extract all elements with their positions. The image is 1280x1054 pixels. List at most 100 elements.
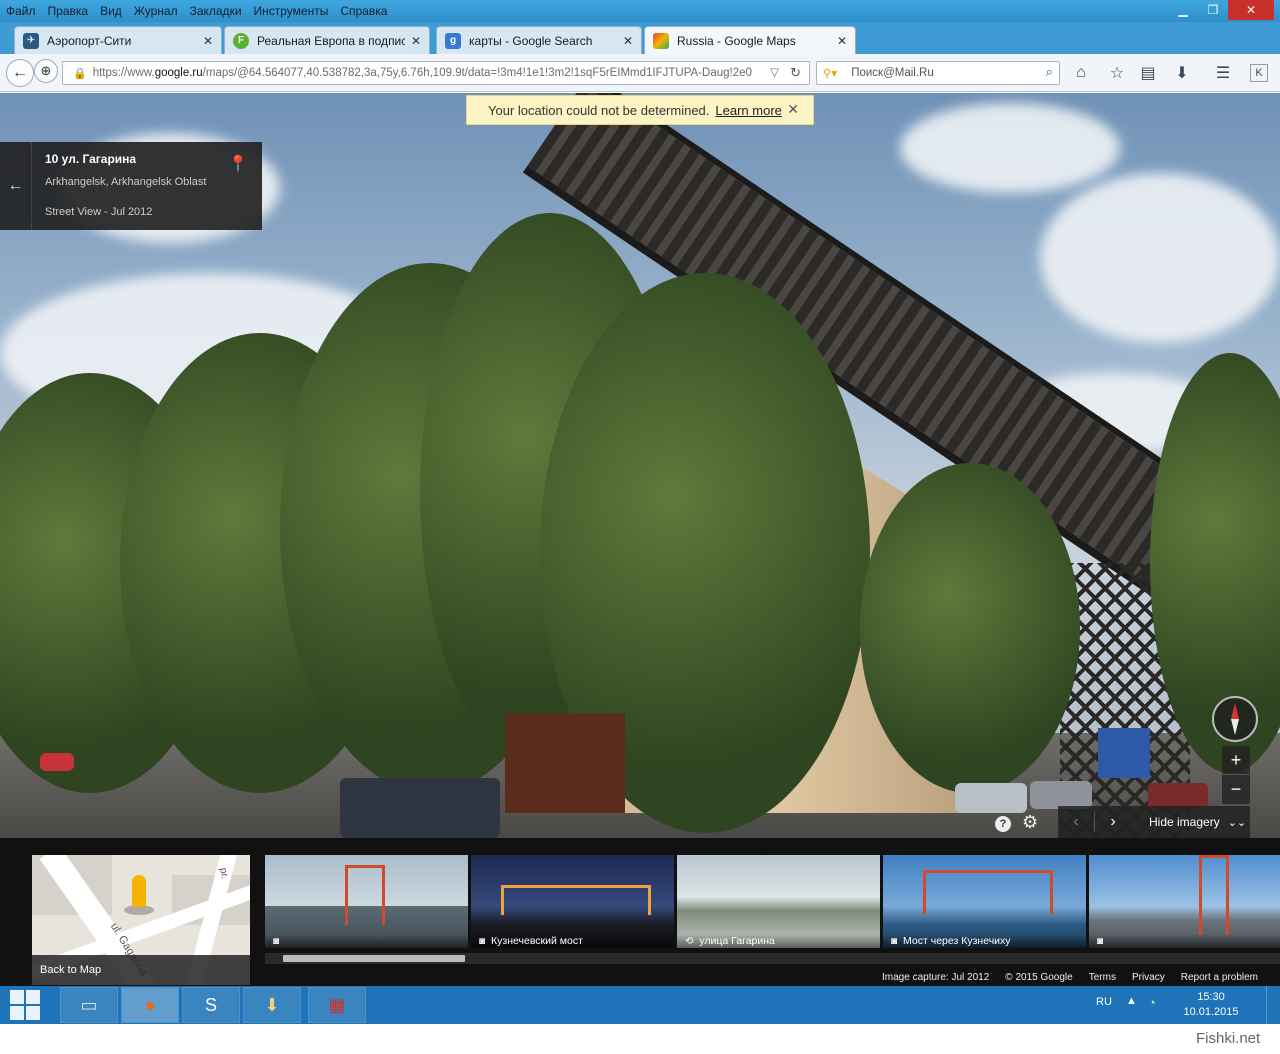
imagery-filmstrip: ul. Gagarina pr. Back to Map ◙ ◙ Кузнечев… [0, 838, 1280, 986]
back-arrow-icon[interactable]: ← [6, 59, 34, 87]
file-explorer-icon[interactable]: ▭ [60, 987, 118, 1023]
shop-front [505, 713, 625, 813]
chevron-double-down-icon[interactable]: ⌄⌄ [1228, 816, 1246, 829]
camera-icon: ◙ [479, 935, 486, 947]
hide-imagery-button[interactable]: Hide imagery [1149, 815, 1220, 829]
menu-history[interactable]: Журнал [128, 0, 184, 22]
thumbnail-caption: ◙ Кузнечевский мост [471, 934, 674, 948]
download-icon[interactable]: ⬇ [1171, 62, 1193, 84]
thumbnail-2[interactable]: ◙ Кузнечевский мост [471, 855, 674, 948]
reload-icon[interactable]: ↻ [790, 65, 801, 81]
thumbnail-caption: ◙ Мост через Кузнечиху [883, 934, 1086, 948]
tab-close-icon[interactable]: ✕ [837, 34, 847, 48]
screen: Файл Правка Вид Журнал Закладки Инструме… [0, 0, 1280, 1054]
menu-edit[interactable]: Правка [42, 0, 95, 22]
copyright: © 2015 Google [1005, 972, 1073, 983]
back-to-map-button[interactable]: Back to Map [32, 955, 250, 985]
terms-link[interactable]: Terms [1089, 972, 1116, 986]
menu-tools[interactable]: Инструменты [248, 0, 335, 22]
car [955, 783, 1027, 813]
tab-close-icon[interactable]: ✕ [411, 34, 421, 48]
scrollbar-thumb[interactable] [283, 955, 465, 962]
tab-google-maps[interactable]: Russia - Google Maps ✕ [644, 26, 856, 54]
filmstrip-scrollbar[interactable] [265, 953, 1280, 964]
camera-icon: ◙ [891, 935, 898, 947]
pickup-truck [340, 778, 500, 838]
url-prefix: https://www. [92, 67, 155, 79]
pegman-icon[interactable] [132, 875, 146, 907]
menu-bookmarks[interactable]: Закладки [184, 0, 248, 22]
mini-map[interactable]: ul. Gagarina pr. Back to Map [32, 855, 250, 985]
show-desktop-button[interactable] [1266, 986, 1280, 1024]
back-to-map-arrow-icon[interactable]: ← [0, 142, 32, 230]
windows-start-icon[interactable] [10, 990, 42, 1020]
skype-icon[interactable]: S [182, 987, 240, 1023]
zoom-out-button[interactable]: − [1222, 775, 1250, 804]
menu-help[interactable]: Справка [334, 0, 393, 22]
f-logo-icon: F [233, 32, 249, 49]
help-icon[interactable]: ? [995, 816, 1011, 832]
tab-bar: ✈ Аэропорт-Сити ✕ F Реальная Европа в по… [0, 22, 1280, 70]
thumbnail-1[interactable]: ◙ [265, 855, 468, 948]
tab-close-icon[interactable]: ✕ [203, 34, 213, 48]
report-problem-link[interactable]: Report a problem [1181, 972, 1258, 986]
street-view-date: Street View - Jul 2012 [45, 206, 153, 218]
next-image-icon[interactable]: › [1095, 813, 1131, 831]
menu-view[interactable]: Вид [94, 0, 128, 22]
tab-airport[interactable]: ✈ Аэропорт-Сити ✕ [14, 26, 222, 54]
tab-label: Аэропорт-Сити [47, 33, 132, 48]
privacy-link[interactable]: Privacy [1132, 972, 1165, 986]
firefox-icon[interactable]: ● [121, 987, 179, 1023]
menu-file[interactable]: Файл [0, 0, 42, 22]
tab-close-icon[interactable]: ✕ [623, 34, 633, 48]
search-bar[interactable]: ⚲▾ Поиск@Mail.Ru ⌕ [816, 61, 1060, 85]
thumbnail-caption: ◙ [1089, 934, 1280, 948]
identity-icon[interactable]: ⊕ [34, 59, 58, 83]
home-icon[interactable]: ⌂ [1070, 62, 1092, 84]
addon-icon[interactable]: K [1250, 64, 1268, 82]
zoom-in-button[interactable]: + [1222, 746, 1250, 775]
url-dropdown-icon[interactable]: ▽ [770, 65, 779, 79]
close-window-icon[interactable]: ✕ [1228, 0, 1274, 20]
zoom-control: + − [1222, 746, 1250, 804]
close-notice-icon[interactable]: ✕ [787, 101, 799, 118]
tab-google-search[interactable]: g карты - Google Search ✕ [436, 26, 642, 54]
notice-text: Your location could not be determined. [488, 102, 710, 118]
watermark: Fishki.net [1196, 1030, 1261, 1047]
tab-europe[interactable]: F Реальная Европа в подпис... ✕ [224, 26, 430, 54]
google-g-icon: g [445, 32, 461, 49]
learn-more-link[interactable]: Learn more [715, 103, 781, 118]
system-clock[interactable]: 15:30 10.01.2015 [1176, 990, 1246, 1020]
caption-text: улица Гагарина [699, 935, 775, 947]
previous-image-icon[interactable]: ‹ [1058, 813, 1094, 831]
map-pin-icon[interactable]: 📍 [228, 154, 248, 174]
downloader-icon[interactable]: ⬇ [243, 987, 301, 1023]
thumbnail-5[interactable]: ◙ [1089, 855, 1280, 948]
winrar-icon[interactable]: ▦ [308, 987, 366, 1023]
location-address: 10 ул. Гагарина [45, 152, 137, 166]
url-bar[interactable]: 🔒 https://www. google.ru/maps/@64.564077,… [62, 61, 810, 85]
url-domain: google.ru [154, 67, 203, 79]
bookmark-star-icon[interactable]: ☆ [1106, 62, 1128, 84]
thumbnail-3[interactable]: ⟲ улица Гагарина [677, 855, 880, 948]
clock-date: 10.01.2015 [1183, 1006, 1239, 1018]
thumbnail-caption: ⟲ улица Гагарина [677, 934, 880, 948]
cloud [1040, 173, 1280, 343]
thumbnail-caption: ◙ [265, 934, 468, 948]
gear-icon[interactable]: ⚙ [1022, 812, 1038, 833]
restore-icon[interactable]: ❐ [1198, 0, 1228, 20]
search-engine-icon[interactable]: ⚲▾ [823, 66, 837, 80]
search-icon[interactable]: ⌕ [1046, 64, 1053, 80]
window-controls: ▁ ❐ ✕ [1168, 0, 1274, 20]
bridge-tower [1199, 855, 1229, 935]
bookmarks-list-icon[interactable]: ▤ [1137, 62, 1159, 84]
thumbnail-4[interactable]: ◙ Мост через Кузнечиху [883, 855, 1086, 948]
menu-hamburger-icon[interactable]: ☰ [1212, 62, 1234, 84]
minimize-icon[interactable]: ▁ [1168, 0, 1198, 20]
tray-expand-icon[interactable]: ▲ [1126, 995, 1137, 1007]
camera-icon: ◙ [273, 935, 280, 947]
language-indicator[interactable]: RU [1096, 996, 1112, 1008]
network-icon[interactable]: ◔ [1148, 995, 1156, 1010]
compass-icon[interactable] [1212, 696, 1258, 742]
tab-label: карты - Google Search [469, 33, 593, 48]
